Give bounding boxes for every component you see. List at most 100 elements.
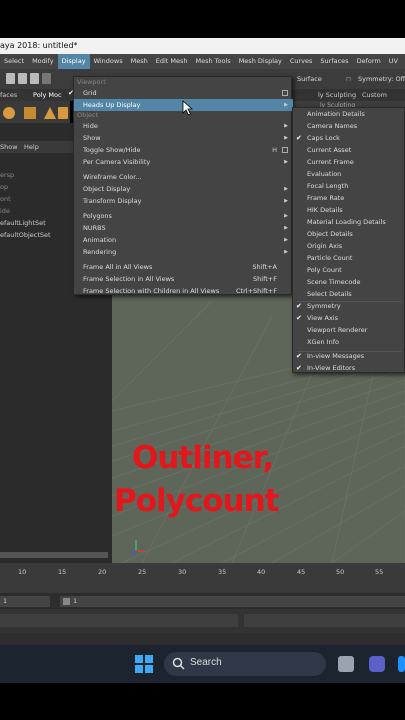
menu-item-nurbs-label: NURBS: [83, 224, 106, 232]
menu-item-toggle-label: Toggle Show/Hide: [83, 146, 141, 154]
timeline-tick: 45: [297, 568, 306, 576]
hud-item-in-view-messages[interactable]: ✔ In-view Messages: [293, 350, 405, 362]
shelf-tab-sculpting[interactable]: ly Sculpting: [318, 91, 356, 99]
poly-cone-icon[interactable]: [44, 107, 56, 119]
outliner-row[interactable]: op: [0, 183, 8, 191]
menu-item-frame-selection-children[interactable]: Frame Selection with Children in All Vie…: [74, 285, 293, 297]
poly-sphere-icon[interactable]: [3, 107, 15, 119]
hud-item-poly-count[interactable]: Poly Count: [293, 264, 405, 276]
outliner-row[interactable]: ont: [0, 195, 11, 203]
menu-item-rendering[interactable]: Rendering ▶: [74, 246, 293, 258]
menu-item-wireframe-color[interactable]: Wireframe Color...: [74, 171, 293, 183]
option-box-icon[interactable]: [282, 147, 288, 153]
poly-cube-icon[interactable]: [24, 107, 36, 119]
hud-item-frame-rate[interactable]: Frame Rate: [293, 192, 405, 204]
hud-item-symmetry[interactable]: ✔ Symmetry: [293, 300, 405, 312]
menu-select[interactable]: Select: [0, 54, 28, 69]
open-scene-icon[interactable]: [18, 73, 27, 84]
windows-start-icon[interactable]: [135, 655, 153, 673]
menu-display[interactable]: Display: [57, 54, 90, 69]
timeline-tick: 25: [138, 568, 147, 576]
hud-item-evaluation[interactable]: Evaluation: [293, 168, 405, 180]
menu-mesh-display[interactable]: Mesh Display: [235, 54, 286, 69]
hud-item-focal-length[interactable]: Focal Length: [293, 180, 405, 192]
poly-cylinder-icon[interactable]: [58, 107, 68, 119]
hud-item-camera-names[interactable]: Camera Names: [293, 120, 405, 132]
hud-item-select-details[interactable]: Select Details: [293, 288, 405, 300]
menu-item-polygons[interactable]: Polygons ▶: [74, 210, 293, 222]
shelf-tab-faces[interactable]: faces: [0, 91, 17, 99]
shortcut-h: H: [272, 146, 277, 154]
menu-mesh-tools[interactable]: Mesh Tools: [192, 54, 235, 69]
menu-edit-mesh[interactable]: Edit Mesh: [152, 54, 192, 69]
outliner-row[interactable]: ide: [0, 207, 10, 215]
menu-item-object-display[interactable]: Object Display ▶: [74, 183, 293, 195]
menu-surfaces[interactable]: Surfaces: [316, 54, 352, 69]
meet-icon[interactable]: [369, 656, 385, 672]
menu-item-frame-selection-label: Frame Selection in All Views: [83, 275, 175, 283]
task-view-icon[interactable]: [338, 656, 354, 672]
save-scene-icon[interactable]: [30, 73, 39, 84]
menu-modify[interactable]: Modify: [28, 54, 58, 69]
magnet-icon[interactable]: ⊓: [346, 75, 351, 83]
menu-uv[interactable]: UV: [385, 54, 402, 69]
shelf-tab-custom[interactable]: Custom: [362, 91, 387, 99]
menu-item-animation[interactable]: Animation ▶: [74, 234, 293, 246]
menu-item-toggle-show-hide[interactable]: Toggle Show/Hide H: [74, 144, 293, 156]
range-start-bar[interactable]: 1: [60, 596, 405, 607]
hud-item-in-view-editors[interactable]: ✔ In-View Editors: [293, 362, 405, 374]
outliner-menu-show[interactable]: Show: [0, 143, 18, 151]
outliner-row[interactable]: ersp: [0, 171, 14, 179]
menu-item-per-camera-visibility[interactable]: Per Camera Visibility ▶: [74, 156, 293, 168]
submenu-arrow-icon: ▶: [284, 225, 288, 231]
timeline-tick: 15: [58, 568, 67, 576]
menu-item-hide[interactable]: Hide ▶: [74, 120, 293, 132]
menu-deform[interactable]: Deform: [353, 54, 385, 69]
menu-item-transform-display[interactable]: Transform Display ▶: [74, 195, 293, 207]
command-input[interactable]: [0, 614, 238, 627]
time-slider[interactable]: 10 15 20 25 30 35 40 45 50 55: [0, 563, 405, 593]
hud-item-xgen-info[interactable]: XGen Info: [293, 336, 405, 348]
hud-item-viewport-renderer[interactable]: Viewport Renderer: [293, 324, 405, 336]
shelf-tab-poly-modeling[interactable]: Poly Moc: [33, 91, 62, 99]
timeline-tick: 20: [98, 568, 107, 576]
hud-item-caps-lock[interactable]: ✔ Caps Lock: [293, 132, 405, 144]
shortcut-shift-a: Shift+A: [252, 263, 277, 271]
hud-item-current-frame[interactable]: Current Frame: [293, 156, 405, 168]
symmetry-label[interactable]: Symmetry: Off: [358, 75, 405, 83]
hud-item-view-axis[interactable]: ✔ View Axis: [293, 312, 405, 324]
hud-item-origin-axis[interactable]: Origin Axis: [293, 240, 405, 252]
menu-item-grid[interactable]: ✔ Grid: [68, 87, 293, 99]
menu-windows[interactable]: Windows: [90, 54, 127, 69]
check-icon: ✔: [296, 352, 302, 360]
bottom-letterbox: [0, 683, 405, 720]
hud-item-scene-timecode[interactable]: Scene Timecode: [293, 276, 405, 288]
menu-mesh[interactable]: Mesh: [127, 54, 152, 69]
check-icon: ✔: [68, 89, 74, 97]
new-scene-icon[interactable]: [6, 73, 15, 84]
taskbar-search[interactable]: Search: [164, 652, 326, 676]
menu-item-grid-label: Grid: [83, 89, 97, 97]
menu-curves[interactable]: Curves: [286, 54, 317, 69]
menu-item-frame-selection[interactable]: Frame Selection in All Views Shift+F: [74, 273, 293, 285]
surface-label[interactable]: Surface: [297, 75, 322, 83]
hud-item-material-loading[interactable]: Material Loading Details: [293, 216, 405, 228]
outliner-scrollbar[interactable]: [0, 552, 108, 558]
undo-icon[interactable]: [42, 73, 51, 84]
edge-icon[interactable]: [398, 656, 405, 672]
outliner-row[interactable]: efaultLightSet: [0, 219, 46, 227]
menu-item-show[interactable]: Show ▶: [74, 132, 293, 144]
hud-item-particle-count[interactable]: Particle Count: [293, 252, 405, 264]
check-icon: ✔: [296, 302, 302, 310]
option-box-icon[interactable]: [282, 90, 288, 96]
hud-item-hik-details[interactable]: HIK Details: [293, 204, 405, 216]
menu-item-frame-all[interactable]: Frame All in All Views Shift+A: [74, 261, 293, 273]
timeline-tick: 35: [218, 568, 227, 576]
menu-item-nurbs[interactable]: NURBS ▶: [74, 222, 293, 234]
start-frame-field[interactable]: 1: [0, 596, 50, 607]
outliner-menu-help[interactable]: Help: [24, 143, 39, 151]
hud-item-current-asset[interactable]: Current Asset: [293, 144, 405, 156]
outliner-row[interactable]: efaultObjectSet: [0, 231, 51, 239]
hud-item-animation-details[interactable]: Animation Details: [293, 108, 405, 120]
hud-item-object-details[interactable]: Object Details: [293, 228, 405, 240]
